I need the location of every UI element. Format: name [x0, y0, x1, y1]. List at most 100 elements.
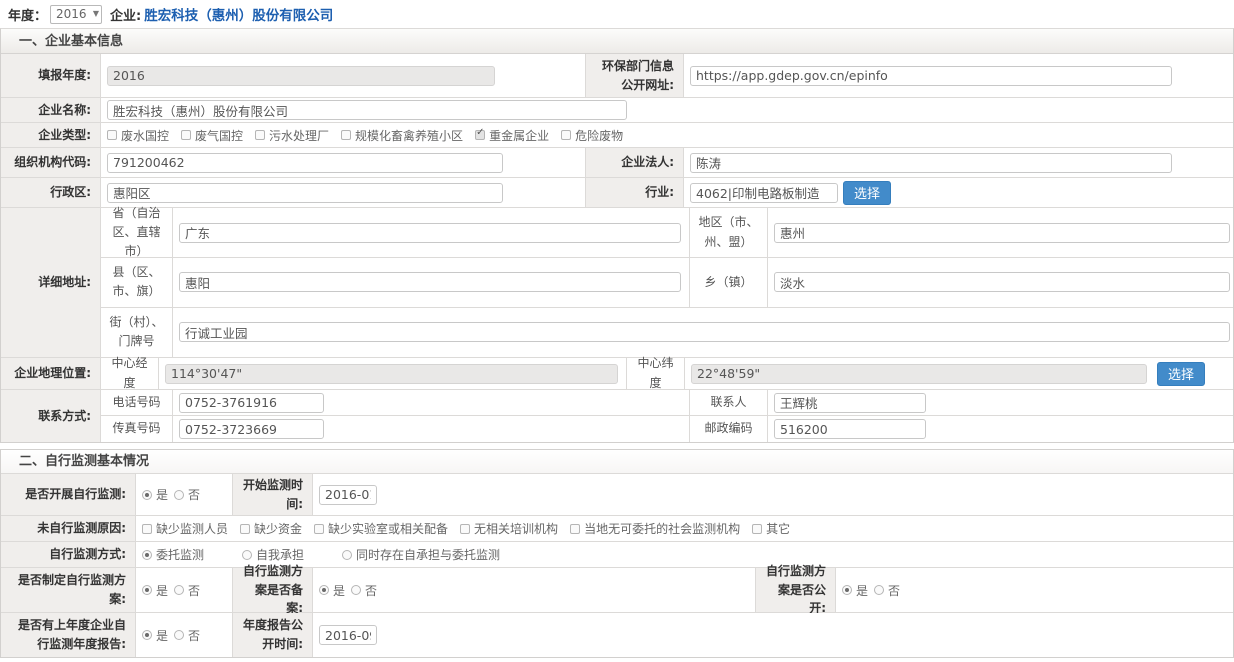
has-annual-report-label: 是否有上年度企业自行监测年度报告:: [1, 613, 136, 657]
radio-option-yes[interactable]: 是: [142, 582, 168, 599]
report-public-time-label: 年度报告公开时间:: [233, 613, 313, 657]
checkbox-icon: [561, 130, 571, 140]
phone-input[interactable]: [179, 393, 324, 413]
checkbox-option-no-lab[interactable]: 缺少实验室或相关配备: [314, 520, 448, 537]
radio-option-no[interactable]: 否: [174, 582, 200, 599]
row-monitor-mode: 自行监测方式: 委托监测 自我承担 同时存在自承担与委托监测: [1, 542, 1233, 568]
report-public-time-input[interactable]: [319, 625, 377, 645]
phone-label: 电话号码: [101, 390, 173, 415]
epinfo-url-input[interactable]: [690, 66, 1172, 86]
checkbox-option-no-agency[interactable]: 当地无可委托的社会监测机构: [570, 520, 740, 537]
county-label: 县（区、市、旗）: [101, 258, 173, 307]
company-label: 企业:: [110, 5, 141, 24]
address-subrow-1: 省（自治区、直辖市） 地区（市、州、盟）: [101, 208, 1233, 258]
checkbox-option-hazardous-waste[interactable]: 危险废物: [561, 127, 623, 144]
start-time-cell: [313, 474, 1233, 515]
radio-icon: [342, 550, 352, 560]
street-label: 街（村）、门牌号: [101, 308, 173, 358]
radio-icon: [351, 585, 361, 595]
radio-option-self[interactable]: 自我承担: [242, 546, 304, 563]
radio-option-yes[interactable]: 是: [142, 486, 168, 503]
chevron-down-icon: ▼: [93, 10, 99, 18]
radio-option-no[interactable]: 否: [874, 582, 900, 599]
radio-option-no[interactable]: 否: [174, 627, 200, 644]
address-label: 详细地址:: [1, 208, 101, 357]
address-subrows: 省（自治区、直辖市） 地区（市、州、盟） 县（区、市、旗） 乡（镇）: [101, 208, 1233, 357]
start-time-label: 开始监测时间:: [233, 474, 313, 515]
radio-icon: [874, 585, 884, 595]
region-cell: [768, 208, 1233, 257]
no-monitor-reason-label: 未自行监测原因:: [1, 516, 136, 541]
row-carried-out: 是否开展自行监测: 是 否 开始监测时间:: [1, 474, 1233, 516]
start-time-input[interactable]: [319, 485, 377, 505]
town-input[interactable]: [774, 272, 1230, 292]
checkbox-icon: [570, 524, 580, 534]
district-label: 行政区:: [1, 178, 101, 207]
checkbox-option-other[interactable]: 其它: [752, 520, 790, 537]
radio-icon: [142, 550, 152, 560]
county-input[interactable]: [179, 272, 681, 292]
geo-select-button[interactable]: 选择: [1157, 362, 1205, 386]
checkbox-option-sewage-plant[interactable]: 污水处理厂: [255, 127, 329, 144]
legal-person-input[interactable]: [690, 153, 1172, 173]
fax-input[interactable]: [179, 419, 324, 439]
industry-input[interactable]: [690, 183, 838, 203]
contact-person-input[interactable]: [774, 393, 926, 413]
checkbox-icon: [107, 130, 117, 140]
latitude-cell: 选择: [685, 358, 1233, 389]
contact-person-cell: [768, 390, 1233, 415]
checkbox-option-wastewater[interactable]: 废水国控: [107, 127, 169, 144]
company-name-input[interactable]: [107, 100, 627, 120]
zip-input[interactable]: [774, 419, 926, 439]
radio-icon: [842, 585, 852, 595]
checkbox-option-no-staff[interactable]: 缺少监测人员: [142, 520, 228, 537]
street-input[interactable]: [179, 322, 1230, 342]
year-select[interactable]: 2016 ▼: [50, 5, 102, 24]
radio-icon: [174, 630, 184, 640]
province-input[interactable]: [179, 223, 681, 243]
radio-option-no[interactable]: 否: [351, 582, 377, 599]
org-code-input[interactable]: [107, 153, 503, 173]
latitude-input[interactable]: [691, 364, 1147, 384]
district-input[interactable]: [107, 183, 503, 203]
longitude-input[interactable]: [165, 364, 618, 384]
radio-option-yes[interactable]: 是: [142, 627, 168, 644]
carried-out-cell: 是 否: [136, 474, 233, 515]
report-year-input[interactable]: [107, 66, 495, 86]
checkbox-option-livestock[interactable]: 规模化畜禽养殖小区: [341, 127, 463, 144]
no-monitor-reason-cell: 缺少监测人员 缺少资金 缺少实验室或相关配备 无相关培训机构 当地无可委托的社会…: [136, 516, 1233, 541]
option-label: 废水国控: [121, 127, 169, 144]
option-label: 是: [156, 627, 168, 644]
option-label: 委托监测: [156, 546, 204, 563]
epinfo-url-label: 环保部门信息公开网址:: [586, 54, 684, 97]
option-label: 否: [188, 582, 200, 599]
year-label: 年度：: [8, 5, 47, 24]
industry-select-button[interactable]: 选择: [843, 181, 891, 205]
radio-option-both[interactable]: 同时存在自承担与委托监测: [342, 546, 500, 563]
town-label: 乡（镇）: [690, 258, 768, 307]
region-input[interactable]: [774, 223, 1230, 243]
radio-option-yes[interactable]: 是: [319, 582, 345, 599]
option-label: 否: [365, 582, 377, 599]
checkbox-icon: [475, 130, 485, 140]
checkbox-option-no-training[interactable]: 无相关培训机构: [460, 520, 558, 537]
contact-subrows: 电话号码 联系人 传真号码 邮政编码: [101, 390, 1233, 442]
radio-icon: [319, 585, 329, 595]
latitude-label: 中心纬度: [627, 358, 685, 389]
radio-option-no[interactable]: 否: [174, 486, 200, 503]
row-org-code: 组织机构代码: 企业法人:: [1, 148, 1233, 178]
report-public-time-cell: [313, 613, 1233, 657]
radio-icon: [174, 585, 184, 595]
phone-cell: [173, 390, 690, 415]
option-label: 污水处理厂: [269, 127, 329, 144]
radio-option-entrusted[interactable]: 委托监测: [142, 546, 204, 563]
section1-header: 一、企业基本信息: [1, 29, 1233, 54]
org-code-cell: [101, 148, 586, 177]
radio-option-yes[interactable]: 是: [842, 582, 868, 599]
checkbox-option-heavy-metal[interactable]: 重金属企业: [475, 127, 549, 144]
company-name-link[interactable]: 胜宏科技（惠州）股份有限公司: [144, 4, 333, 24]
checkbox-option-no-funds[interactable]: 缺少资金: [240, 520, 302, 537]
checkbox-option-wastegas[interactable]: 废气国控: [181, 127, 243, 144]
checkbox-icon: [752, 524, 762, 534]
option-label: 是: [333, 582, 345, 599]
